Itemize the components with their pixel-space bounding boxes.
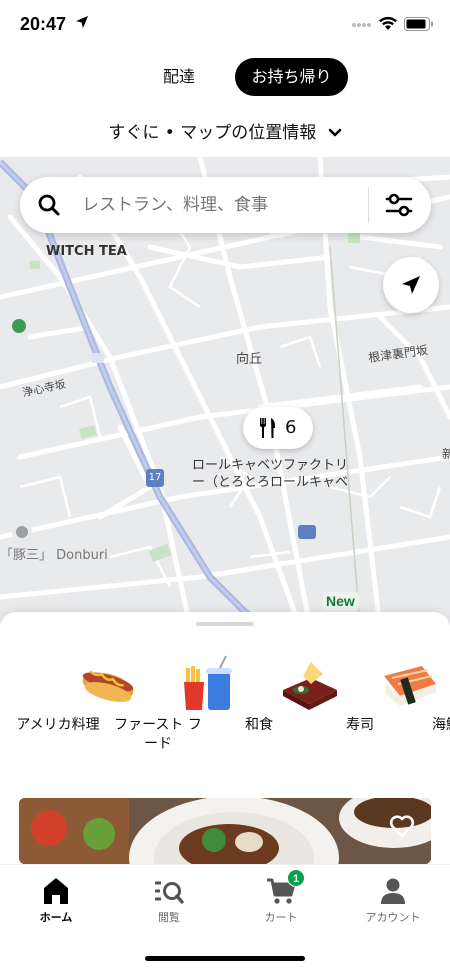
takeout-tab[interactable]: お持ち帰り	[235, 58, 348, 96]
home-indicator	[145, 956, 305, 961]
navigation-arrow-icon	[402, 276, 420, 294]
search-divider	[368, 187, 369, 223]
category-label: 和食	[245, 717, 273, 733]
map-label-restaurant-2: ー（とろとろロールキャベ	[192, 475, 349, 490]
home-icon	[44, 878, 68, 904]
location-arrow-icon	[76, 16, 88, 28]
map-label-edge: 新	[442, 447, 450, 461]
park-icon	[12, 319, 26, 333]
donburi-marker-icon	[12, 522, 32, 542]
pin-count: 6	[285, 417, 297, 438]
location-label: すぐに • マップの位置情報	[108, 123, 317, 143]
station-icon	[298, 525, 316, 539]
route-17-marker: 17	[146, 469, 164, 487]
tab-cart[interactable]: 1 カート	[241, 869, 321, 925]
browse-icon	[155, 881, 184, 904]
account-icon	[381, 878, 405, 904]
category-label: 海鮮	[432, 717, 450, 733]
map-label-donburi: 「豚三」 Donburi	[0, 548, 108, 563]
category-label: アメリカ料理	[16, 717, 100, 733]
location-selector[interactable]: すぐに • マップの位置情報	[0, 118, 450, 143]
tab-browse-label: 閲覧	[158, 911, 180, 924]
bottom-sheet[interactable]: アメリカ料理 ファースト フード 和食 寿司 海鮮	[0, 612, 450, 864]
food-photo	[19, 798, 431, 864]
promo-food-image[interactable]	[19, 798, 431, 864]
delivery-tab[interactable]: 配達	[150, 58, 208, 96]
cart-badge: 1	[287, 869, 305, 887]
signal-icon	[352, 23, 371, 27]
status-time: 20:47	[20, 14, 67, 34]
map-label-mukougaoka: 向丘	[236, 352, 263, 367]
status-bar: 20:47	[0, 0, 450, 50]
recenter-button[interactable]	[383, 257, 439, 313]
category-list: アメリカ料理 ファースト フード 和食 寿司 海鮮	[0, 654, 450, 764]
category-label: 寿司	[346, 717, 374, 733]
wifi-icon	[379, 16, 397, 30]
category-label: ファースト フード	[114, 717, 202, 752]
map-label-witch-tea: WITCH TEA	[46, 244, 127, 259]
tab-account-label: アカウント	[365, 911, 421, 924]
search-icon	[38, 194, 60, 216]
fast-food-icon	[184, 655, 232, 710]
sushi-icon	[384, 666, 436, 706]
favorite-heart-icon[interactable]	[389, 814, 415, 838]
hotdog-icon	[82, 670, 134, 702]
filter-sliders-icon[interactable]	[384, 191, 414, 219]
sheet-drag-handle[interactable]	[196, 622, 254, 626]
japanese-food-icon	[283, 662, 337, 710]
new-badge: New	[322, 592, 359, 610]
tab-account[interactable]: アカウント	[353, 873, 433, 925]
search-input[interactable]	[82, 191, 362, 219]
battery-icon	[404, 17, 433, 31]
fork-knife-icon	[260, 418, 275, 438]
tab-home-label: ホーム	[39, 911, 73, 924]
order-mode-toggle: 配達 お持ち帰り	[0, 58, 450, 98]
restaurant-cluster-pin[interactable]: 6	[243, 407, 313, 449]
search-bar	[20, 177, 431, 233]
tab-home[interactable]: ホーム	[16, 873, 96, 925]
tab-cart-label: カート	[264, 911, 298, 924]
tab-browse[interactable]: 閲覧	[129, 873, 209, 925]
chevron-down-icon	[328, 128, 341, 137]
